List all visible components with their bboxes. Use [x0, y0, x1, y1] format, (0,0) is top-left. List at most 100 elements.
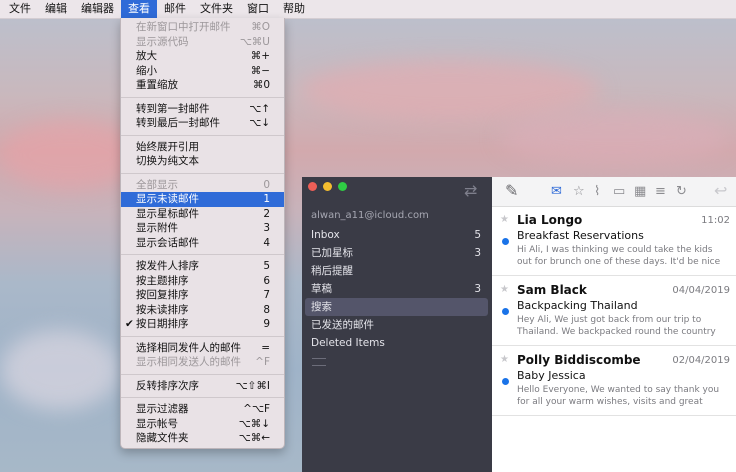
view-menu-item-label: 隐藏文件夹: [136, 432, 189, 444]
sidebar: ⇄ alwan_a11@icloud.com Inbox 5 已加星标 3 稍后提醒草稿…: [302, 177, 492, 472]
message-date: 11:02: [701, 215, 730, 226]
folder-count: 5: [474, 229, 481, 241]
view-menu-item-label: 转到最后一封邮件: [136, 117, 220, 129]
view-menu-item[interactable]: 按回复排序 7: [121, 288, 284, 303]
view-menu-item[interactable]: 重置缩放 ⌘0: [121, 78, 284, 93]
view-menu-item-shortcut: ⌘0: [252, 79, 270, 91]
view-menu-dropdown: 在新窗口中打开邮件 ⌘O 显示源代码 ⌥⌘U 放大 ⌘+ 缩小 ⌘− 重置缩放 ⌘0 转到第一封邮件…: [120, 18, 285, 449]
view-menu-item[interactable]: 选择相同发件人的邮件 =: [121, 341, 284, 356]
view-menu-item[interactable]: 显示过滤器 ^⌥F: [121, 402, 284, 417]
view-menu-item[interactable]: 隐藏文件夹 ⌥⌘←: [121, 431, 284, 446]
sidebar-folder-item[interactable]: 已发送的邮件: [305, 316, 488, 334]
menu-editor[interactable]: 编辑器: [74, 0, 121, 18]
view-menu-item[interactable]: 按发件人排序 5: [121, 259, 284, 274]
menu-separator: [121, 373, 284, 375]
attachment-icon[interactable]: ⌇: [594, 184, 600, 199]
view-menu-item-shortcut: 2: [263, 207, 270, 220]
message-item[interactable]: ★ Polly Biddiscombe 02/04/2019 Baby Jess…: [492, 347, 736, 416]
sort-icon[interactable]: ≡: [655, 184, 666, 199]
folder-count: 3: [474, 247, 481, 259]
folder-label: 已发送的邮件: [311, 319, 374, 331]
message-item[interactable]: ★ Lia Longo 11:02 Breakfast Reservations…: [492, 207, 736, 276]
view-menu-item[interactable]: 显示未读邮件 1: [121, 192, 284, 207]
menu-separator: [121, 134, 284, 136]
message-toolbar: ✎ ✉ ☆ ⌇ ▭ ▦ ≡ ↻ ↩: [492, 177, 736, 207]
sidebar-folder-item[interactable]: 已加星标 3: [305, 244, 488, 262]
view-menu-item[interactable]: 显示帐号 ⌥⌘↓: [121, 417, 284, 432]
message-sender: Lia Longo: [517, 213, 583, 227]
view-menu-item[interactable]: 按主题排序 6: [121, 274, 284, 289]
sidebar-folder-item[interactable]: Deleted Items: [305, 334, 488, 352]
view-menu-item[interactable]: 转到第一封邮件 ⌥↑: [121, 102, 284, 117]
calendar-icon[interactable]: ▦: [634, 184, 646, 199]
sidebar-folder-item[interactable]: Inbox 5: [305, 226, 488, 244]
view-menu-item[interactable]: ✔ 按日期排序 9: [121, 317, 284, 332]
view-menu-item[interactable]: 转到最后一封邮件 ⌥↓: [121, 116, 284, 131]
view-menu-item[interactable]: 反转排序次序 ⌥⇧⌘I: [121, 379, 284, 394]
view-menu-item: 全部显示 0: [121, 178, 284, 193]
view-menu-item[interactable]: 放大 ⌘+: [121, 49, 284, 64]
view-menu-item-shortcut: ⌥↑: [249, 102, 270, 115]
menu-file[interactable]: 文件: [2, 0, 38, 18]
view-menu-item-shortcut: 9: [263, 318, 270, 330]
view-menu-item[interactable]: 切换为纯文本: [121, 154, 284, 169]
refresh-icon[interactable]: ↻: [676, 184, 687, 199]
sidebar-folder-item[interactable]: 搜索: [305, 298, 488, 316]
view-menu-item[interactable]: 显示会话邮件 4: [121, 236, 284, 251]
view-menu-item-label: 显示源代码: [136, 35, 189, 48]
star-icon[interactable]: ★: [500, 354, 509, 365]
menu-help[interactable]: 帮助: [276, 0, 312, 18]
view-menu-item-label: 显示星标邮件: [136, 207, 199, 220]
view-menu-item-shortcut: 8: [263, 303, 270, 316]
message-preview: Hey Ali, We just got back from our trip …: [517, 315, 716, 337]
back-icon[interactable]: ↩: [714, 181, 727, 200]
sidebar-folder-item[interactable]: 草稿 3: [305, 280, 488, 298]
view-menu-item-shortcut: ⌥⇧⌘I: [235, 379, 271, 392]
view-menu-item: 显示源代码 ⌥⌘U: [121, 35, 284, 50]
menu-folder[interactable]: 文件夹: [193, 0, 240, 18]
zoom-window-button[interactable]: [338, 182, 347, 191]
mail-window: ⇄ alwan_a11@icloud.com Inbox 5 已加星标 3 稍后提醒草稿…: [302, 177, 736, 472]
view-menu-item[interactable]: 显示附件 3: [121, 221, 284, 236]
star-icon[interactable]: ★: [500, 284, 509, 295]
view-menu-item[interactable]: 显示星标邮件 2: [121, 207, 284, 222]
view-menu-item[interactable]: 按未读排序 8: [121, 303, 284, 318]
star-icon[interactable]: ★: [500, 214, 509, 225]
cloud-decoration: [0, 120, 140, 190]
view-menu-item-shortcut: 5: [263, 260, 270, 272]
view-menu-item-shortcut: 1: [263, 193, 270, 205]
chat-icon[interactable]: ▭: [613, 184, 625, 199]
menu-view[interactable]: 查看: [121, 0, 157, 18]
close-window-button[interactable]: [308, 182, 317, 191]
cloud-decoration: [500, 110, 730, 165]
unread-dot-icon: [502, 308, 509, 315]
view-menu-item[interactable]: 缩小 ⌘−: [121, 64, 284, 79]
star-icon[interactable]: ☆: [573, 184, 585, 199]
sidebar-menu-handle-icon[interactable]: [312, 358, 326, 366]
sidebar-folder-item[interactable]: 稍后提醒: [305, 262, 488, 280]
menu-edit[interactable]: 编辑: [38, 0, 74, 18]
compose-icon[interactable]: ✎: [505, 181, 518, 200]
folder-label: 稍后提醒: [311, 265, 353, 277]
view-menu-item[interactable]: 始终展开引用: [121, 140, 284, 155]
folder-label: Deleted Items: [311, 337, 385, 349]
account-label: alwan_a11@icloud.com: [311, 210, 429, 221]
view-menu-item: 显示相同发送人的邮件 ^F: [121, 355, 284, 370]
message-preview: Hello Everyone, We wanted to say thank y…: [517, 385, 720, 407]
view-menu-item-label: 显示会话邮件: [136, 236, 199, 249]
envelope-icon[interactable]: ✉: [551, 184, 562, 199]
menu-mail[interactable]: 邮件: [157, 0, 193, 18]
view-menu-item-shortcut: 7: [263, 289, 270, 301]
view-menu-item-shortcut: 6: [263, 274, 270, 287]
view-menu-item-label: 切换为纯文本: [136, 155, 199, 167]
menu-separator: [121, 172, 284, 174]
view-menu-item-shortcut: 0: [263, 178, 270, 191]
view-menu-item-label: 缩小: [136, 64, 157, 77]
sync-icon[interactable]: ⇄: [464, 181, 477, 200]
menu-window[interactable]: 窗口: [240, 0, 276, 18]
minimize-window-button[interactable]: [323, 182, 332, 191]
folder-label: 搜索: [311, 301, 332, 313]
message-item[interactable]: ★ Sam Black 04/04/2019 Backpacking Thail…: [492, 277, 736, 346]
view-menu-item-label: 显示帐号: [136, 417, 178, 430]
message-date: 02/04/2019: [672, 355, 730, 366]
